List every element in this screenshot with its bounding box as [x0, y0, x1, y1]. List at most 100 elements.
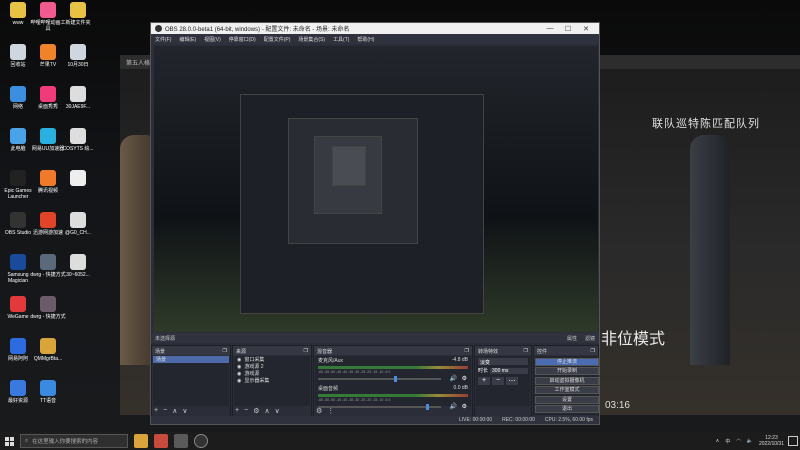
desktop-icon-label: dwrg - 快捷方式	[30, 314, 66, 320]
volume-meter	[318, 366, 468, 369]
menu-edit[interactable]: 编辑(E)	[179, 36, 196, 43]
game-banner-text: 联队巡特陈匹配队列	[652, 118, 760, 130]
filters-button[interactable]: 滤镜	[585, 335, 595, 342]
wifi-icon[interactable]: ◠	[736, 438, 740, 444]
duration-input[interactable]: 300 ms	[490, 367, 528, 374]
gear-icon[interactable]: ⚙	[253, 407, 259, 415]
gear-icon[interactable]: ⚙	[462, 403, 467, 410]
desktop-icon-label: @G0_CH...	[65, 230, 91, 236]
exit-button[interactable]: 退出	[535, 405, 599, 413]
gear-icon[interactable]: ⚙	[462, 375, 467, 382]
dock-float-icon[interactable]: ❐	[223, 348, 227, 354]
obs-window[interactable]: OBS 28.0.0-beta1 (64-bit, windows) - 配置文…	[150, 22, 600, 425]
maximize-button[interactable]: ☐	[559, 25, 577, 33]
desktop-icon[interactable]	[60, 170, 96, 188]
notification-icon[interactable]	[788, 436, 798, 446]
minimize-button[interactable]: —	[541, 25, 559, 32]
obs-titlebar[interactable]: OBS 28.0.0-beta1 (64-bit, windows) - 配置文…	[151, 23, 599, 34]
remove-transition-button[interactable]: −	[492, 377, 504, 385]
move-down-icon[interactable]: ∨	[182, 407, 187, 415]
speaker-icon[interactable]: 🔊	[450, 375, 457, 382]
menu-file[interactable]: 文件(F)	[155, 36, 171, 43]
mixer-title: 混音器	[317, 348, 333, 355]
game-tower-right	[690, 135, 730, 365]
desktop-icon[interactable]: 30~6052...	[60, 254, 96, 278]
source-item[interactable]: ◉ 显示器采集	[234, 377, 310, 385]
desktop-icon[interactable]: @G0_CH...	[60, 212, 96, 236]
start-virtual-camera-button[interactable]: 启动虚拟摄像机	[535, 376, 599, 385]
desktop-icon[interactable]: QMMgrBta...	[30, 338, 66, 362]
close-button[interactable]: ✕	[577, 25, 595, 33]
menu-docks[interactable]: 停靠窗口(D)	[229, 36, 256, 43]
move-up-icon[interactable]: ∧	[264, 407, 269, 415]
properties-button[interactable]: 属性	[567, 335, 577, 342]
taskbar: ⌕ 在这里输入你要搜索的内容 ∧ 中 ◠ 🔈 12:23 2022/10/31	[0, 432, 800, 450]
app-icon	[10, 170, 26, 186]
menu-help[interactable]: 帮助(H)	[357, 36, 374, 43]
desktop-icon[interactable]: COSYTS 绘...	[60, 128, 96, 152]
desktop-icon[interactable]: 10月30日	[60, 44, 96, 68]
desktop-icon-label: QMMgrBta...	[33, 356, 63, 362]
taskbar-app-icon[interactable]	[134, 434, 148, 448]
volume-slider[interactable]	[318, 376, 441, 382]
taskbar-app-icon[interactable]	[174, 434, 188, 448]
source-item[interactable]: ◉ 游戏源	[234, 370, 310, 378]
dock-float-icon[interactable]: ❐	[304, 348, 308, 354]
menu-profile[interactable]: 配置文件(P)	[264, 36, 291, 43]
menu-view[interactable]: 视图(V)	[204, 36, 221, 43]
obs-taskbar-icon[interactable]	[194, 434, 208, 448]
taskbar-search-input[interactable]: ⌕ 在这里输入你要搜索的内容	[20, 434, 128, 448]
obs-app-icon	[155, 25, 162, 32]
dock-float-icon[interactable]: ❐	[591, 348, 595, 354]
source-toolbar: 未选择源 属性 滤镜	[151, 333, 599, 343]
ime-indicator[interactable]: 中	[725, 438, 730, 445]
more-icon[interactable]: ⋯	[506, 377, 518, 385]
transition-select[interactable]: 淡变	[478, 358, 528, 366]
source-label: 窗口采集	[244, 357, 265, 363]
volume-slider-knob[interactable]	[426, 404, 430, 410]
speaker-icon[interactable]: 🔊	[450, 403, 457, 410]
remove-source-button[interactable]: −	[244, 407, 248, 415]
eye-icon[interactable]: ◉	[237, 378, 241, 384]
eye-icon[interactable]: ◉	[237, 371, 241, 377]
more-icon[interactable]: ⋮	[327, 407, 334, 415]
source-item[interactable]: ◉ 窗口采集	[234, 356, 310, 364]
desktop-icon[interactable]: 30JAE9F...	[60, 86, 96, 110]
add-source-button[interactable]: +	[235, 407, 239, 415]
dock-float-icon[interactable]: ❐	[524, 348, 528, 354]
app-icon	[10, 2, 26, 18]
move-down-icon[interactable]: ∨	[275, 407, 280, 415]
source-label: 游戏源 2	[244, 364, 264, 370]
chevron-up-icon[interactable]: ∧	[716, 438, 720, 444]
settings-button[interactable]: 设置	[535, 395, 599, 404]
clock[interactable]: 12:23 2022/10/31	[759, 435, 784, 447]
volume-slider[interactable]	[318, 404, 441, 410]
eye-icon[interactable]: ◉	[237, 357, 241, 363]
source-item[interactable]: ◉ 游戏源 2	[234, 363, 310, 371]
start-recording-button[interactable]: 开始录制	[535, 367, 599, 375]
start-button[interactable]	[0, 432, 18, 450]
app-icon	[70, 254, 86, 270]
desktop-icon[interactable]: 新建文件夹	[60, 2, 96, 26]
eye-icon[interactable]: ◉	[237, 364, 241, 370]
dock-float-icon[interactable]: ❐	[465, 348, 469, 354]
desktop-icon[interactable]: dwrg - 快捷方式	[30, 296, 66, 320]
gear-icon[interactable]: ⚙	[316, 407, 322, 415]
menu-scene-collection[interactable]: 场景集合(S)	[298, 36, 325, 43]
menu-tools[interactable]: 工具(T)	[333, 36, 349, 43]
add-transition-button[interactable]: +	[478, 377, 490, 385]
scene-item[interactable]: 场景	[153, 356, 229, 363]
desktop-icon[interactable]: TT语音	[30, 380, 66, 404]
stop-streaming-button[interactable]: 停止推流	[535, 357, 599, 366]
remove-scene-button[interactable]: −	[163, 407, 167, 415]
speaker-icon[interactable]: 🔈	[747, 438, 753, 444]
rec-status: REC: 00:00:00	[502, 417, 535, 423]
volume-slider-knob[interactable]	[394, 376, 398, 382]
studio-mode-button[interactable]: 工作室模式	[535, 386, 599, 394]
app-icon	[10, 212, 26, 228]
move-up-icon[interactable]: ∧	[172, 407, 177, 415]
controls-title: 控件	[537, 348, 548, 355]
obs-preview-canvas[interactable]	[154, 46, 598, 332]
taskbar-app-icon[interactable]	[154, 434, 168, 448]
add-scene-button[interactable]: +	[154, 407, 158, 415]
